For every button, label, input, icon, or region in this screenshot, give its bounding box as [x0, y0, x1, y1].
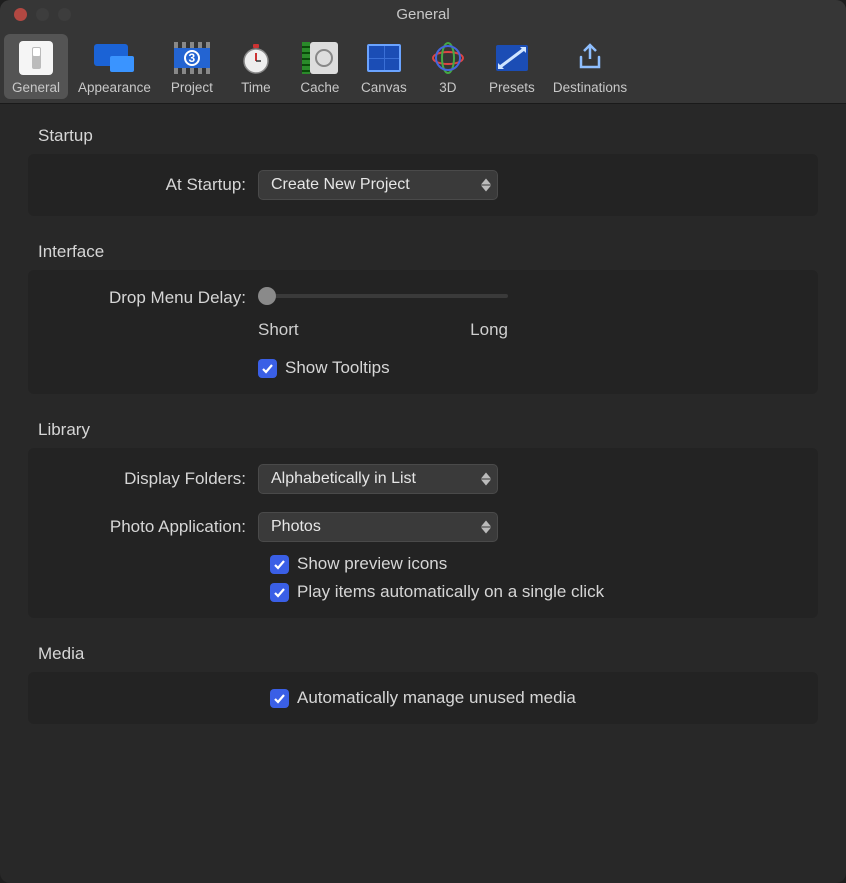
- titlebar: General: [0, 0, 846, 28]
- show-preview-icons-label: Show preview icons: [297, 554, 447, 574]
- content: Startup At Startup: Create New Project I…: [0, 104, 846, 772]
- display-folders-select[interactable]: Alphabetically in List: [258, 464, 498, 494]
- show-tooltips-checkbox[interactable]: [258, 359, 277, 378]
- tab-general[interactable]: General: [4, 34, 68, 99]
- slider-thumb[interactable]: [258, 287, 276, 305]
- slider-short-label: Short: [258, 320, 299, 340]
- window-title: General: [0, 6, 846, 23]
- tab-cache[interactable]: Cache: [289, 34, 351, 99]
- play-items-auto-checkbox[interactable]: [270, 583, 289, 602]
- tab-canvas[interactable]: Canvas: [353, 34, 415, 99]
- panel-library: Display Folders: Alphabetically in List …: [28, 448, 818, 618]
- at-startup-select[interactable]: Create New Project: [258, 170, 498, 200]
- general-icon: [13, 38, 59, 78]
- tab-appearance[interactable]: Appearance: [70, 34, 159, 99]
- section-title-startup: Startup: [38, 126, 818, 146]
- panel-media: Automatically manage unused media: [28, 672, 818, 724]
- panel-startup: At Startup: Create New Project: [28, 154, 818, 216]
- at-startup-label: At Startup:: [46, 175, 258, 195]
- maximize-button[interactable]: [58, 8, 71, 21]
- tab-destinations[interactable]: Destinations: [545, 34, 635, 99]
- appearance-icon: [91, 38, 137, 78]
- section-title-interface: Interface: [38, 242, 818, 262]
- preferences-window: General General Appearance 3 Project Tim…: [0, 0, 846, 883]
- close-button[interactable]: [14, 8, 27, 21]
- time-icon: [233, 38, 279, 78]
- photo-application-select[interactable]: Photos: [258, 512, 498, 542]
- tab-3d[interactable]: 3D: [417, 34, 479, 99]
- updown-icon: [481, 521, 491, 534]
- tab-project[interactable]: 3 Project: [161, 34, 223, 99]
- toolbar: General Appearance 3 Project Time Cache …: [0, 28, 846, 104]
- destinations-icon: [567, 38, 613, 78]
- tab-presets[interactable]: Presets: [481, 34, 543, 99]
- presets-icon: [489, 38, 535, 78]
- cache-icon: [297, 38, 343, 78]
- minimize-button[interactable]: [36, 8, 49, 21]
- slider-long-label: Long: [470, 320, 508, 340]
- show-tooltips-label: Show Tooltips: [285, 358, 390, 378]
- canvas-icon: [361, 38, 407, 78]
- updown-icon: [481, 473, 491, 486]
- project-icon: 3: [169, 38, 215, 78]
- panel-interface: Drop Menu Delay: Short Long Show: [28, 270, 818, 394]
- tab-time[interactable]: Time: [225, 34, 287, 99]
- photo-application-label: Photo Application:: [46, 517, 258, 537]
- drop-menu-delay-slider[interactable]: [258, 286, 508, 306]
- auto-manage-media-checkbox[interactable]: [270, 689, 289, 708]
- display-folders-label: Display Folders:: [46, 469, 258, 489]
- 3d-icon: [425, 38, 471, 78]
- section-title-library: Library: [38, 420, 818, 440]
- section-title-media: Media: [38, 644, 818, 664]
- play-items-auto-label: Play items automatically on a single cli…: [297, 582, 604, 602]
- updown-icon: [481, 179, 491, 192]
- show-preview-icons-checkbox[interactable]: [270, 555, 289, 574]
- traffic-lights: [14, 8, 71, 21]
- drop-menu-delay-label: Drop Menu Delay:: [46, 286, 258, 308]
- auto-manage-media-label: Automatically manage unused media: [297, 688, 576, 708]
